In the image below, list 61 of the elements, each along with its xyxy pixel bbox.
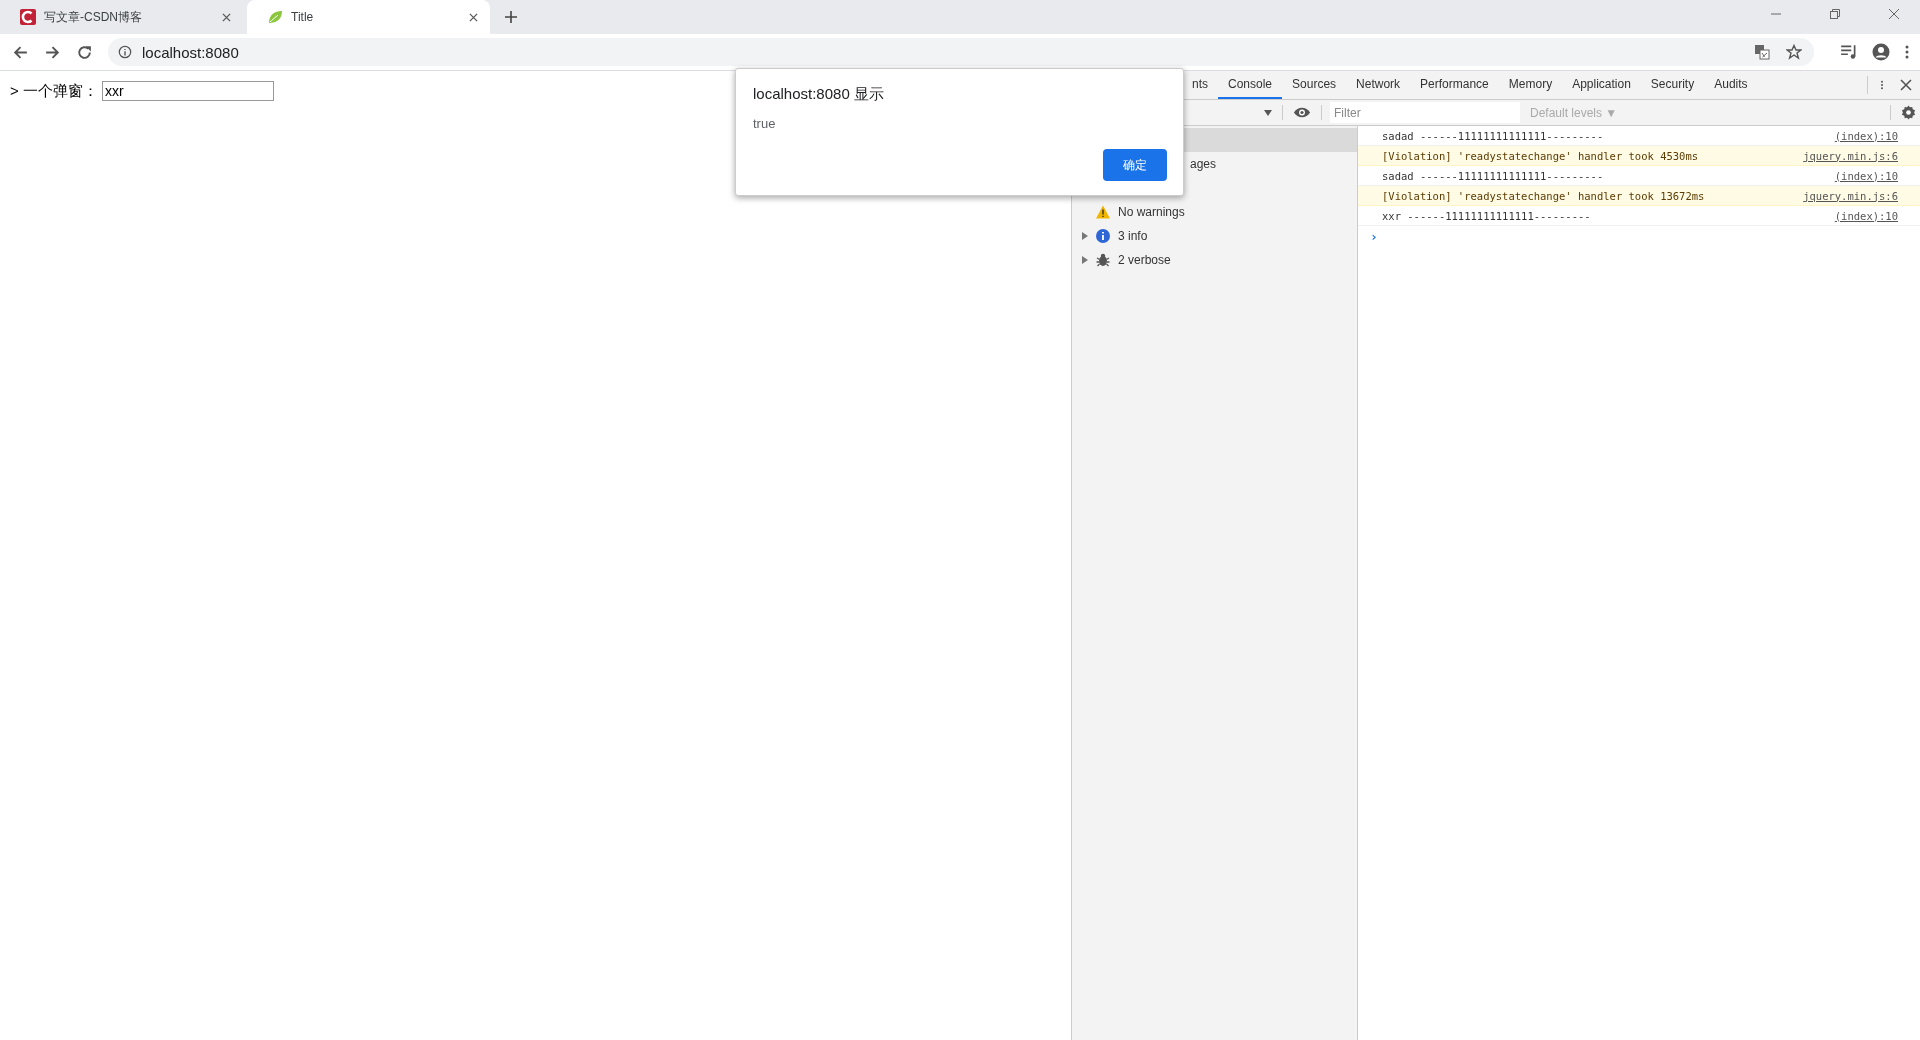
browser-tab[interactable]: Title	[247, 0, 490, 34]
star-icon[interactable]	[1786, 44, 1802, 60]
devtools-tab[interactable]: Network	[1346, 71, 1411, 99]
new-tab-icon[interactable]	[504, 10, 518, 24]
info-icon	[118, 45, 132, 59]
expand-arrow-icon[interactable]	[1082, 256, 1088, 264]
dialog-message: true	[753, 116, 777, 131]
message-text: sadad ------11111111111111---------	[1382, 129, 1605, 142]
settings-icon[interactable]	[1901, 105, 1916, 120]
devtools-tab[interactable]: Application	[1562, 71, 1641, 99]
devtools-tab[interactable]: Memory	[1498, 71, 1563, 99]
source-link[interactable]: (index):10	[1834, 129, 1898, 142]
more-options-icon[interactable]	[1880, 79, 1884, 91]
text-input[interactable]: xxr	[101, 81, 274, 101]
browser-tab[interactable]: 写文章-CSDN博客	[0, 0, 243, 34]
translate-icon[interactable]	[1754, 44, 1770, 60]
message-text: xxr ------11111111111111---------	[1382, 209, 1592, 222]
source-link[interactable]: (index):10	[1834, 169, 1898, 182]
devtools-tab[interactable]: Audits	[1704, 71, 1758, 99]
sidebar-item[interactable]: 3 info	[1072, 224, 1357, 248]
bug-icon	[1096, 253, 1110, 267]
close-icon[interactable]	[1900, 79, 1912, 91]
devtools-tab[interactable]: Performance	[1410, 71, 1499, 99]
profile-icon[interactable]	[1872, 43, 1890, 61]
devtools-tab[interactable]: Sources	[1282, 71, 1347, 99]
devtools-tab[interactable]: Security	[1640, 71, 1705, 99]
prompt-icon: ›	[1370, 229, 1378, 244]
leaf-icon	[267, 9, 283, 25]
source-link[interactable]: jquery.min.js:6	[1803, 189, 1898, 202]
close-icon[interactable]	[1888, 8, 1900, 20]
source-link[interactable]: jquery.min.js:6	[1803, 149, 1898, 162]
message-text: [Violation] 'readystatechange' handler took 4530ms	[1382, 149, 1700, 162]
close-icon[interactable]	[469, 12, 478, 22]
address-bar[interactable]: localhost:8080	[108, 38, 1814, 66]
menu-icon[interactable]	[1904, 43, 1910, 61]
sidebar-item[interactable]: 2 verbose	[1072, 248, 1357, 272]
filter-field[interactable]: Filter	[1330, 102, 1520, 123]
source-link[interactable]: (index):10	[1834, 209, 1898, 222]
sidebar-label: 2 verbose	[1118, 253, 1171, 267]
sidebar-label: No warnings	[1118, 205, 1185, 219]
media-queue-icon[interactable]	[1840, 43, 1858, 61]
eye-icon[interactable]	[1293, 107, 1311, 118]
sidebar-label: 3 info	[1118, 229, 1148, 243]
warning-icon	[1096, 205, 1110, 219]
message-text: sadad ------11111111111111---------	[1382, 169, 1605, 182]
url-text: localhost:8080	[142, 43, 239, 61]
csdn-logo-icon	[20, 9, 36, 25]
devtools-tab[interactable]: nts	[1182, 71, 1218, 99]
message-text: [Violation] 'readystatechange' handler took 13672ms	[1382, 189, 1706, 202]
restore-icon[interactable]	[1829, 8, 1841, 20]
prompt-label: > 一个弹窗：	[10, 81, 98, 101]
sidebar-item[interactable]: No warnings	[1072, 200, 1357, 224]
dialog-title: localhost:8080 显示	[753, 85, 885, 104]
ok-button[interactable]: 确定	[1103, 149, 1167, 181]
reload-icon[interactable]	[76, 43, 93, 61]
info-icon	[1096, 229, 1110, 243]
expand-arrow-icon[interactable]	[1082, 232, 1088, 240]
tab-title: 写文章-CSDN博客	[44, 8, 143, 26]
tab-title: Title	[291, 10, 315, 24]
caret-icon[interactable]	[1264, 109, 1272, 116]
close-icon[interactable]	[222, 12, 231, 22]
